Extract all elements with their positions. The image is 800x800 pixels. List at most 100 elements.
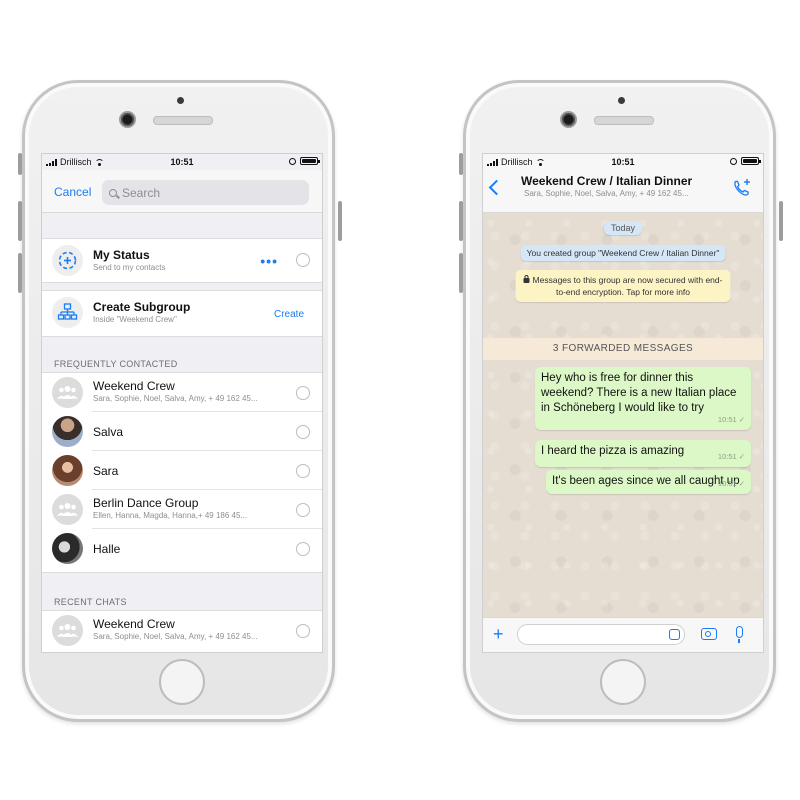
mute-switch [459,153,463,175]
volume-up-button [459,201,463,241]
status-bar: Drillisch 10:51 [42,154,322,170]
volume-down-button [18,253,22,293]
status-time: 10:51 [170,157,194,167]
volume-down-button [459,253,463,293]
left-screen: Drillisch 10:51 Cancel Search My Status … [41,153,323,653]
group-avatar-icon [52,494,83,525]
contact-name: Berlin Dance Group [93,496,199,510]
battery-icon [741,157,761,165]
search-placeholder: Search [122,185,161,200]
list-item[interactable]: Sara [42,451,322,490]
power-button [779,201,783,241]
select-radio[interactable] [296,542,310,556]
select-radio[interactable] [296,425,310,439]
list-item[interactable]: Weekend Crew Sara, Sophie, Noel, Salva, … [42,611,322,650]
subgroup-subtitle: Inside "Weekend Crew" [93,315,177,324]
front-camera [560,111,577,128]
message-time: 10:51 [717,452,737,461]
list-item[interactable]: Halle [42,529,322,568]
select-radio[interactable] [296,503,310,517]
group-created-notice: You created group "Weekend Crew / Italia… [520,245,726,261]
right-phone: Drillisch 10:51 Weekend Crew / Italian D… [459,80,783,722]
date-divider: Today [603,221,643,235]
proximity-sensor [618,97,625,104]
proximity-sensor [177,97,184,104]
status-icon [52,245,83,276]
message-text: I heard the pizza is amazing [541,445,685,457]
sent-check-icon: ✓ [738,452,745,461]
search-icon [109,188,117,197]
status-bar: Drillisch 10:51 [483,154,763,170]
earpiece-speaker [594,116,654,125]
message-time: 10:51 [717,415,737,424]
select-radio[interactable] [296,624,310,638]
contact-subtitle: Sara, Sophie, Noel, Salva, Amy, + 49 162… [93,632,258,641]
list-item[interactable]: Weekend Crew Sara, Sophie, Noel, Salva, … [42,373,322,412]
contact-subtitle: Ellen, Hanna, Magda, Hanna,+ 49 186 45..… [93,511,248,520]
earpiece-speaker [153,116,213,125]
my-status-subtitle: Send to my contacts [93,263,166,272]
list-item[interactable]: Salva [42,412,322,451]
select-radio[interactable] [296,253,310,267]
contact-name: Halle [93,542,121,556]
alarm-icon [289,157,296,165]
front-camera [119,111,136,128]
back-chevron-icon[interactable] [488,179,505,196]
contact-subtitle: Sara, Sophie, Noel, Salva, Amy, + 49 162… [93,394,258,403]
more-options-button[interactable]: ••• [260,253,278,269]
cancel-button[interactable]: Cancel [54,185,91,199]
contact-name: Weekend Crew [93,379,175,393]
group-avatar-icon [52,615,83,646]
recent-chats-heading: RECENT CHATS [54,597,127,607]
plus-icon[interactable]: + [493,625,504,643]
add-call-icon[interactable] [731,177,753,204]
chat-title[interactable]: Weekend Crew / Italian Dinner [521,174,692,188]
subgroup-icon [52,297,83,328]
sent-check-icon: ✓ [738,479,745,488]
group-avatar-icon [52,377,83,408]
mute-switch [18,153,22,175]
frequently-contacted-list: Weekend Crew Sara, Sophie, Noel, Salva, … [42,372,322,573]
status-time: 10:51 [611,157,635,167]
contact-name: Weekend Crew [93,617,175,631]
subgroup-title: Create Subgroup [93,300,191,314]
avatar [52,455,83,486]
avatar [52,533,83,564]
create-subgroup-row[interactable]: Create Subgroup Inside "Weekend Crew" Cr… [42,290,322,337]
chat-participants: Sara, Sophie, Noel, Salva, Amy, + 49 162… [524,189,689,198]
encryption-notice[interactable]: Messages to this group are now secured w… [515,270,731,302]
select-radio[interactable] [296,386,310,400]
message-text: Hey who is free for dinner this weekend?… [541,372,737,414]
power-button [338,201,342,241]
search-header: Cancel Search [42,170,322,213]
search-input[interactable]: Search [102,180,309,205]
chat-header: Weekend Crew / Italian Dinner Sara, Soph… [483,170,763,213]
message-bubble[interactable]: It's been ages since we all caught up 10… [546,470,751,494]
message-text: It's been ages since we all caught up [552,475,740,487]
home-button [159,659,205,705]
message-composer: + [483,617,763,652]
create-button[interactable]: Create [274,309,304,320]
frequently-contacted-heading: FREQUENTLY CONTACTED [54,359,178,369]
camera-icon[interactable] [701,628,717,640]
sticker-icon[interactable] [669,629,680,640]
my-status-row[interactable]: My Status Send to my contacts ••• [42,238,322,283]
contact-name: Sara [93,464,119,478]
message-bubble[interactable]: I heard the pizza is amazing 10:51 ✓ [535,440,751,467]
contact-name: Salva [93,425,124,439]
microphone-icon[interactable] [736,626,743,643]
message-bubble[interactable]: Hey who is free for dinner this weekend?… [535,367,751,430]
avatar [52,416,83,447]
recent-chats-list: Weekend Crew Sara, Sophie, Noel, Salva, … [42,610,322,652]
home-button [600,659,646,705]
select-radio[interactable] [296,464,310,478]
list-item[interactable]: Berlin Dance Group Ellen, Hanna, Magda, … [42,490,322,529]
my-status-title: My Status [93,248,150,262]
lock-icon [523,275,530,283]
alarm-icon [730,157,737,165]
forwarded-banner: 3 FORWARDED MESSAGES [483,338,763,360]
volume-up-button [18,201,22,241]
sent-check-icon: ✓ [738,415,745,424]
right-screen: Drillisch 10:51 Weekend Crew / Italian D… [482,153,764,653]
message-input[interactable] [517,624,685,645]
